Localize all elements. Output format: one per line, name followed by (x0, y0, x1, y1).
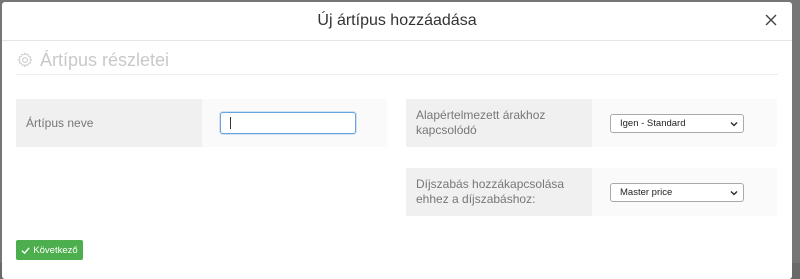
default-prices-selected: Igen - Standard (620, 117, 686, 129)
pricing-link-selected: Master price (620, 186, 673, 198)
text-caret (230, 117, 231, 129)
section-title: Ártípus részletei (40, 49, 170, 70)
pricing-link-label: Díjszabás hozzákapcsolása ehhez a díjsza… (416, 177, 565, 206)
price-type-name-row: Ártípus neve (16, 99, 387, 147)
chevron-down-icon (730, 121, 738, 126)
close-button[interactable] (762, 11, 780, 29)
pricing-link-control: Master price (592, 168, 777, 216)
price-type-name-input[interactable] (220, 112, 356, 134)
default-prices-select[interactable]: Igen - Standard (610, 113, 744, 133)
next-button-label: Következő (33, 244, 78, 256)
check-icon (21, 246, 30, 254)
modal-title: Új ártípus hozzáadása (317, 12, 477, 29)
gear-icon (16, 51, 34, 69)
pricing-link-row: Díjszabás hozzákapcsolása ehhez a díjsza… (406, 168, 777, 216)
default-prices-label: Alapértelmezett árakhoz kapcsolódó (416, 108, 546, 137)
price-type-name-control (202, 99, 387, 147)
add-price-type-modal: Új ártípus hozzáadása Ártípus részletei … (2, 2, 792, 279)
section-header: Ártípus részletei (16, 46, 778, 75)
default-prices-control: Igen - Standard (592, 99, 777, 147)
default-prices-row: Alapértelmezett árakhoz kapcsolódó Igen … (406, 99, 777, 147)
chevron-down-icon (730, 190, 738, 195)
close-icon (765, 14, 777, 26)
modal-header: Új ártípus hozzáadása (2, 2, 792, 41)
pricing-link-select[interactable]: Master price (610, 182, 744, 202)
price-type-name-label: Ártípus neve (26, 115, 94, 130)
next-button[interactable]: Következő (16, 240, 83, 260)
